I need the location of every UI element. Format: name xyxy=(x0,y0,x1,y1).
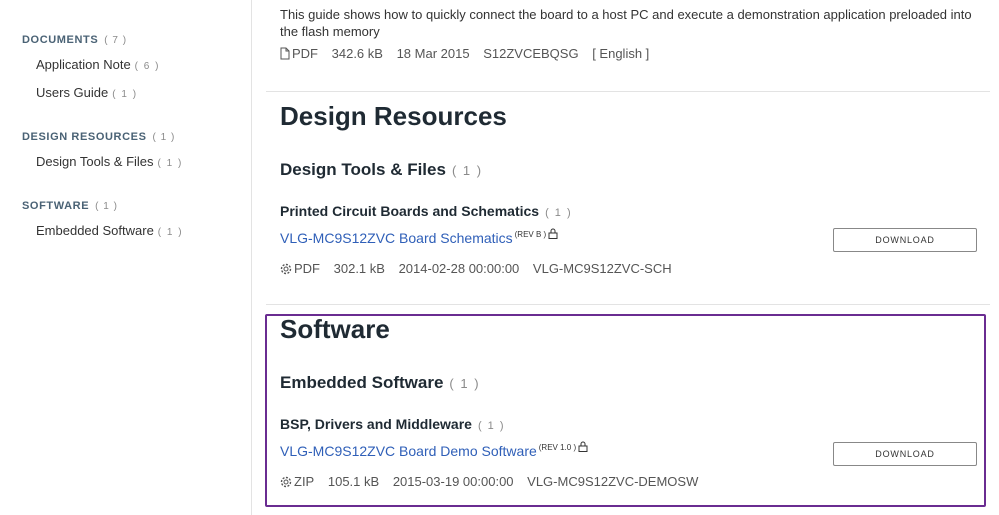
sidebar-category-count: ( 1 ) xyxy=(95,201,118,212)
subsection-label: Design Tools & Files xyxy=(280,160,446,179)
document-meta: PDF 342.6 kB 18 Mar 2015 S12ZVCEBQSG [ E… xyxy=(280,46,659,61)
item-date: 2014-02-28 00:00:00 xyxy=(398,261,520,276)
sidebar-item-label: Design Tools & Files xyxy=(36,154,154,169)
main-content: This guide shows how to quickly connect … xyxy=(266,0,990,515)
group-title-pcb-schematics: Printed Circuit Boards and Schematics ( 1… xyxy=(280,203,572,219)
sidebar-category-count: ( 1 ) xyxy=(152,132,176,143)
download-button-demo-software[interactable]: DOWNLOAD xyxy=(833,442,977,466)
sidebar-item-application-note[interactable]: Application Note( 6 ) xyxy=(36,57,160,72)
download-button-schematics[interactable]: DOWNLOAD xyxy=(833,228,977,252)
lock-icon xyxy=(548,228,558,239)
sidebar-item-design-tools-files[interactable]: Design Tools & Files( 1 ) xyxy=(36,154,183,169)
document-date: 18 Mar 2015 xyxy=(396,46,470,61)
sidebar-item-embedded-software[interactable]: Embedded Software( 1 ) xyxy=(36,223,183,238)
sidebar-category-label: SOFTWARE xyxy=(22,200,90,212)
document-type: PDF xyxy=(292,46,318,61)
group-label: Printed Circuit Boards and Schematics xyxy=(280,203,540,219)
item-meta: ZIP 105.1 kB 2015-03-19 00:00:00 VLG-MC9… xyxy=(280,474,708,489)
sidebar-category-software[interactable]: SOFTWARE ( 1 ) xyxy=(22,200,118,212)
group-count: ( 1 ) xyxy=(545,207,573,219)
item-type: ZIP xyxy=(294,474,315,489)
item-date: 2015-03-19 00:00:00 xyxy=(392,474,514,489)
lock-icon xyxy=(578,441,588,452)
document-size: 342.6 kB xyxy=(331,46,383,61)
subsection-count: ( 1 ) xyxy=(451,163,483,178)
item-title: VLG-MC9S12ZVC Board Schematics xyxy=(280,230,513,246)
gear-icon xyxy=(280,476,292,488)
document-icon xyxy=(280,47,290,60)
sidebar-item-count: ( 6 ) xyxy=(134,61,160,72)
revision-label: (REV B ) xyxy=(514,230,547,240)
subsection-label: Embedded Software xyxy=(280,373,444,392)
sidebar-category-design-resources[interactable]: DESIGN RESOURCES ( 1 ) xyxy=(22,131,175,143)
item-meta: PDF 302.1 kB 2014-02-28 00:00:00 VLG-MC9… xyxy=(280,261,682,276)
sidebar-item-count: ( 1 ) xyxy=(157,227,184,238)
gear-icon xyxy=(280,263,292,275)
sidebar-category-count: ( 7 ) xyxy=(104,35,128,46)
group-count: ( 1 ) xyxy=(477,420,505,432)
sidebar-item-count: ( 1 ) xyxy=(157,158,183,169)
item-id: VLG-MC9S12ZVC-DEMOSW xyxy=(527,474,699,489)
subsection-count: ( 1 ) xyxy=(449,376,481,391)
subsection-title-embedded-software: Embedded Software ( 1 ) xyxy=(280,373,480,393)
sidebar-item-label: Application Note xyxy=(36,57,131,72)
sidebar-category-label: DESIGN RESOURCES xyxy=(22,131,147,143)
demo-software-link[interactable]: VLG-MC9S12ZVC Board Demo Software (REV 1.… xyxy=(280,441,588,459)
item-size: 105.1 kB xyxy=(327,474,380,489)
section-title-software: Software xyxy=(280,314,390,344)
subsection-title-design-tools: Design Tools & Files ( 1 ) xyxy=(280,160,483,180)
sidebar-category-label: DOCUMENTS xyxy=(22,34,99,46)
section-divider xyxy=(266,304,990,305)
sidebar: DOCUMENTS ( 7 ) Application Note( 6 ) Use… xyxy=(0,0,252,515)
group-label: BSP, Drivers and Middleware xyxy=(280,416,472,432)
item-title: VLG-MC9S12ZVC Board Demo Software xyxy=(280,443,537,459)
language-link[interactable]: [ English ] xyxy=(592,46,649,61)
item-size: 302.1 kB xyxy=(333,261,385,276)
revision-label: (REV 1.0 ) xyxy=(538,443,577,453)
group-title-bsp-drivers: BSP, Drivers and Middleware ( 1 ) xyxy=(280,416,505,432)
sidebar-item-users-guide[interactable]: Users Guide( 1 ) xyxy=(36,85,138,100)
sidebar-item-label: Users Guide xyxy=(36,85,109,100)
document-id: S12ZVCEBQSG xyxy=(483,46,579,61)
sidebar-item-label: Embedded Software xyxy=(36,223,154,238)
section-title-design-resources: Design Resources xyxy=(280,101,507,131)
document-description: This guide shows how to quickly connect … xyxy=(280,7,972,39)
sidebar-item-count: ( 1 ) xyxy=(112,89,138,100)
item-type: PDF xyxy=(294,261,320,276)
schematics-link[interactable]: VLG-MC9S12ZVC Board Schematics (REV B ) xyxy=(280,228,558,246)
sidebar-category-documents[interactable]: DOCUMENTS ( 7 ) xyxy=(22,34,127,46)
section-divider xyxy=(266,91,990,92)
item-id: VLG-MC9S12ZVC-SCH xyxy=(532,261,672,276)
